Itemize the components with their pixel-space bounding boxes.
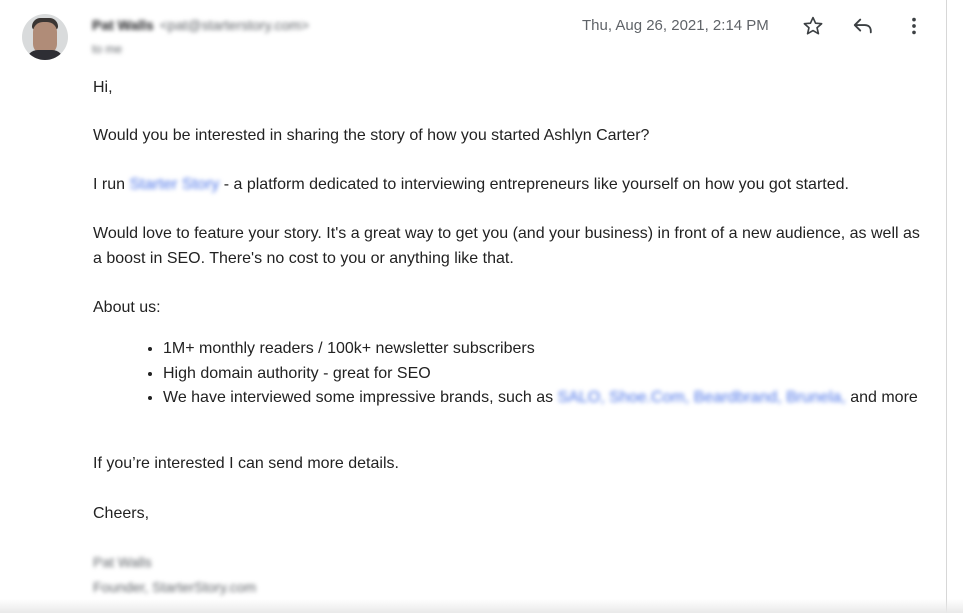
- brand-links[interactable]: SALO, Shoe.Com, Beardbrand, Brunela,: [558, 389, 846, 406]
- right-border: [946, 0, 947, 613]
- bullet3-more: more: [881, 389, 918, 406]
- bullet3-prefix: We have interviewed some impressive bran…: [163, 389, 554, 406]
- recipient-dropdown[interactable]: to me: [92, 42, 122, 56]
- sender-name[interactable]: Pat Walls: [92, 17, 154, 33]
- signature-title: Founder, StarterStory.com: [93, 579, 257, 595]
- more-vert-icon: [912, 17, 916, 35]
- about-heading: About us:: [93, 299, 161, 316]
- avatar-shirt: [26, 50, 64, 60]
- starter-story-link[interactable]: Starter Story: [129, 176, 219, 193]
- list-item: 1M+ monthly readers / 100k+ newsletter s…: [163, 337, 928, 362]
- sender-line: Pat Walls <pat@starterstory.com>: [92, 17, 309, 33]
- intro-paragraph: I run Starter Story - a platform dedicat…: [93, 173, 849, 198]
- intro-suffix: - a platform dedicated to interviewing e…: [219, 176, 849, 193]
- reply-button[interactable]: [849, 12, 877, 40]
- star-button[interactable]: [799, 12, 827, 40]
- about-list: 1M+ monthly readers / 100k+ newsletter s…: [93, 337, 928, 411]
- feature-paragraph: Would love to feature your story. It's a…: [93, 225, 920, 267]
- list-item: High domain authority - great for SEO: [163, 362, 928, 387]
- closing: Cheers,: [93, 505, 150, 522]
- sender-email: <pat@starterstory.com>: [159, 17, 310, 33]
- email-date: Thu, Aug 26, 2021, 2:14 PM: [582, 17, 769, 34]
- question-paragraph: Would you be interested in sharing the s…: [93, 127, 650, 144]
- intro-prefix: I run: [93, 176, 126, 193]
- greeting: Hi,: [93, 79, 113, 96]
- reply-icon: [853, 18, 872, 34]
- list-item: We have interviewed some impressive bran…: [163, 386, 928, 411]
- bottom-fade: [0, 599, 963, 613]
- followup-paragraph: If you’re interested I can send more det…: [93, 455, 399, 472]
- more-options-button[interactable]: [900, 12, 928, 40]
- signature-name: Pat Walls: [93, 554, 152, 570]
- bullet3-suffix: and: [850, 389, 877, 406]
- star-icon: [803, 16, 823, 35]
- sender-avatar[interactable]: [22, 14, 68, 60]
